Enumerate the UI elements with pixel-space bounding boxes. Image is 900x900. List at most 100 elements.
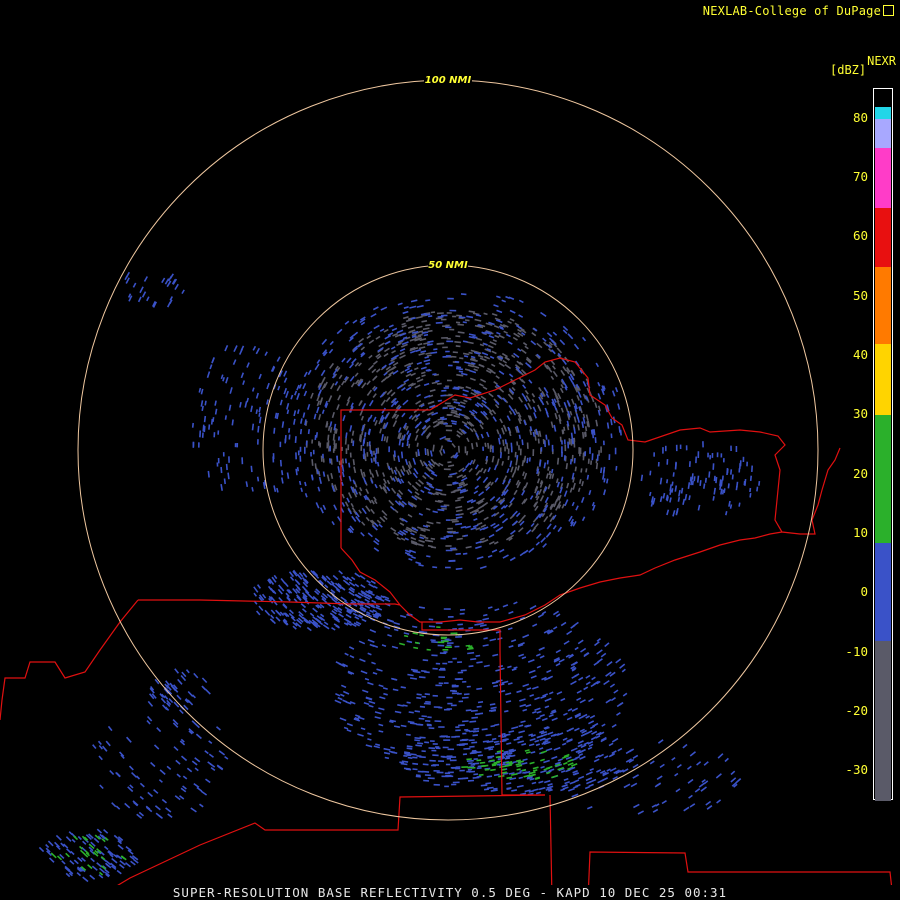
echo-speck <box>574 727 580 732</box>
echo-speck <box>429 485 435 489</box>
echo-speck <box>374 711 382 715</box>
echo-speck <box>244 401 248 408</box>
echo-speck <box>581 481 584 487</box>
echo-speck <box>511 472 515 478</box>
echo-speck <box>334 699 342 704</box>
echo-speck <box>412 457 417 465</box>
echo-speck <box>506 787 511 790</box>
echo-speck <box>499 513 505 519</box>
echo-speck <box>521 490 526 496</box>
echo-speck <box>376 519 382 524</box>
echo-speck <box>501 680 509 684</box>
echo-speck <box>487 467 491 473</box>
echo-speck <box>284 582 289 588</box>
echo-speck <box>571 381 576 388</box>
echo-speck <box>468 626 474 630</box>
echo-speck <box>370 499 375 505</box>
echo-speck <box>483 468 487 474</box>
echo-speck <box>517 740 524 744</box>
echo-speck <box>495 669 501 672</box>
echo-speck <box>383 436 387 442</box>
echo-speck <box>623 783 631 789</box>
echo-speck <box>482 740 490 743</box>
echo-speck <box>255 347 261 355</box>
echo-speck <box>367 364 375 371</box>
echo-speck <box>381 510 388 517</box>
echo-speck <box>373 324 380 330</box>
echo-speck <box>563 640 570 645</box>
echo-speck <box>535 743 541 747</box>
echo-speck <box>48 857 55 863</box>
echo-speck <box>392 678 398 681</box>
echo-speck <box>475 470 481 476</box>
echo-speck <box>484 764 489 767</box>
echo-speck <box>621 668 626 673</box>
echo-speck <box>450 491 456 494</box>
echo-speck <box>455 552 461 555</box>
echo-speck <box>508 645 514 648</box>
echo-speck <box>317 486 321 492</box>
echo-speck <box>392 477 396 482</box>
external-link-icon[interactable] <box>883 5 894 16</box>
echo-speck <box>465 709 472 712</box>
echo-speck <box>496 331 501 335</box>
echo-speck <box>494 477 499 483</box>
color-scale-tick-label: 70 <box>852 169 868 184</box>
echo-speck <box>606 478 609 484</box>
echo-speck <box>517 369 522 374</box>
echo-speck <box>294 436 297 443</box>
echo-speck <box>556 347 563 354</box>
echo-speck <box>403 632 410 635</box>
echo-speck <box>532 769 538 772</box>
echo-speck <box>674 485 678 492</box>
echo-speck <box>452 398 458 401</box>
echo-speck <box>548 691 554 695</box>
echo-speck <box>296 392 300 400</box>
echo-speck <box>376 461 380 467</box>
echo-speck <box>469 377 476 382</box>
echo-speck <box>181 289 185 295</box>
echo-speck <box>283 377 288 383</box>
echo-speck <box>101 745 108 752</box>
color-scale-tick-label: -10 <box>845 643 868 659</box>
echo-speck <box>495 496 501 502</box>
echo-speck <box>490 522 496 527</box>
echo-speck <box>147 791 154 798</box>
echo-speck <box>370 592 375 597</box>
color-scale-bar <box>873 88 893 801</box>
echo-speck <box>372 671 378 675</box>
echo-speck <box>493 773 500 777</box>
echo-speck <box>517 518 523 524</box>
product-title: SUPER-RESOLUTION BASE REFLECTIVITY 0.5 D… <box>0 885 900 900</box>
echo-speck <box>426 354 432 357</box>
echo-speck <box>300 487 303 493</box>
echo-speck <box>368 583 375 588</box>
echo-speck <box>605 698 612 704</box>
echo-speck <box>141 291 147 298</box>
echo-speck <box>182 775 188 780</box>
echo-speck <box>137 296 142 303</box>
echo-speck <box>195 723 200 729</box>
echo-speck <box>585 414 589 421</box>
echo-speck <box>304 419 307 426</box>
echo-speck <box>154 805 161 811</box>
echo-speck <box>652 808 659 813</box>
range-ring-label-50: 50 NMI <box>428 260 468 271</box>
echo-speck <box>632 763 639 769</box>
echo-speck <box>578 753 584 757</box>
echo-speck <box>542 693 548 697</box>
echo-speck <box>540 311 547 317</box>
echo-speck <box>517 465 520 471</box>
color-scale-tick-label: 30 <box>852 406 868 422</box>
echo-speck <box>452 481 457 484</box>
echo-speck <box>537 404 541 409</box>
echo-speck <box>386 618 395 623</box>
echo-speck <box>589 767 595 772</box>
echo-speck <box>519 551 526 557</box>
echo-speck <box>469 369 477 374</box>
echo-speck <box>585 777 593 782</box>
echo-speck <box>439 450 443 456</box>
echo-speck <box>463 423 470 430</box>
echo-speck <box>721 489 725 495</box>
echo-speck <box>570 680 577 686</box>
